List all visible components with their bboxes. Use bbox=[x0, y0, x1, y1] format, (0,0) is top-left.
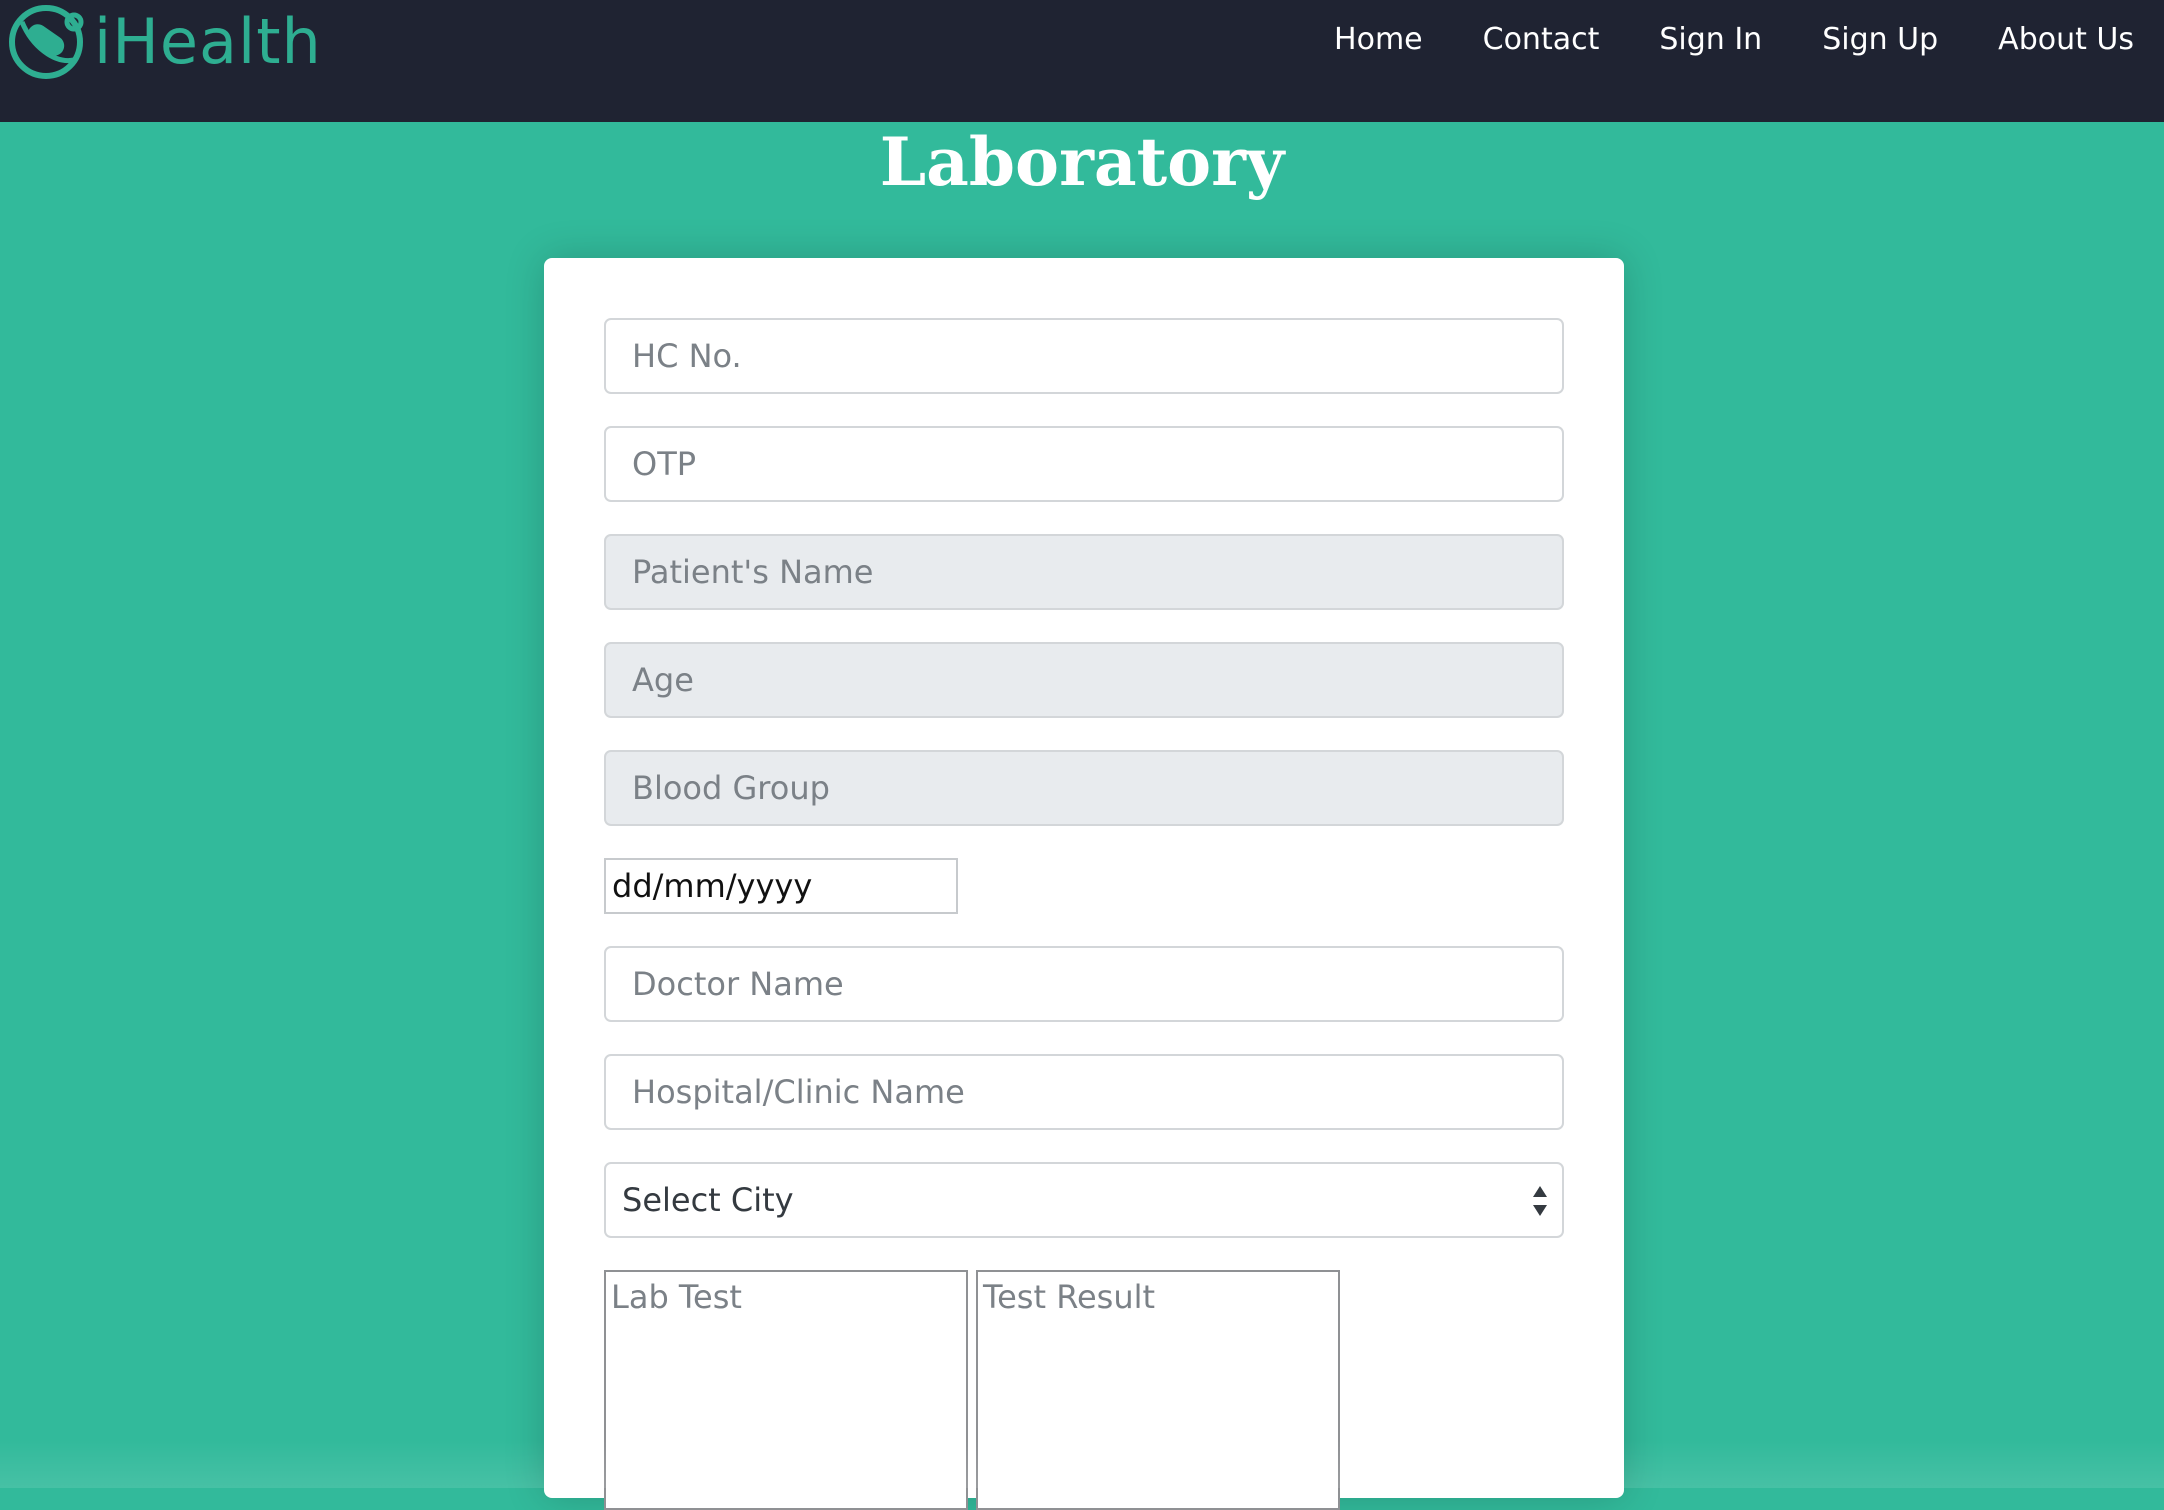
top-navbar: iHealth Home Contact Sign In Sign Up Abo… bbox=[0, 0, 2164, 122]
doctor-name-input[interactable]: Doctor Name bbox=[604, 946, 1564, 1022]
select-arrows-icon bbox=[1532, 1184, 1548, 1218]
main-nav: Home Contact Sign In Sign Up About Us bbox=[1274, 20, 2134, 60]
stethoscope-pill-icon bbox=[4, 2, 88, 82]
city-select-value: Select City bbox=[622, 1181, 794, 1219]
city-select[interactable]: Select City bbox=[604, 1162, 1564, 1238]
brand-logo[interactable]: iHealth bbox=[4, 2, 322, 82]
nav-sign-in-link[interactable]: Sign In bbox=[1599, 20, 1762, 60]
page-title: Laboratory bbox=[879, 123, 1285, 201]
patient-name-input: Patient's Name bbox=[604, 534, 1564, 610]
nav-home-link[interactable]: Home bbox=[1274, 20, 1423, 60]
laboratory-form-card: HC No. OTP Patient's Name Age Blood Grou… bbox=[544, 258, 1624, 1510]
test-result-textarea[interactable]: Test Result bbox=[976, 1270, 1340, 1510]
age-input: Age bbox=[604, 642, 1564, 718]
hc-number-input[interactable]: HC No. bbox=[604, 318, 1564, 394]
test-date-input[interactable]: dd/mm/yyyy bbox=[604, 858, 958, 914]
blood-group-input: Blood Group bbox=[604, 750, 1564, 826]
hospital-clinic-name-input[interactable]: Hospital/Clinic Name bbox=[604, 1054, 1564, 1130]
brand-name: iHealth bbox=[94, 5, 322, 78]
nav-sign-up-link[interactable]: Sign Up bbox=[1762, 20, 1938, 60]
otp-input[interactable]: OTP bbox=[604, 426, 1564, 502]
nav-contact-link[interactable]: Contact bbox=[1423, 20, 1600, 60]
lab-test-textarea[interactable]: Lab Test bbox=[604, 1270, 968, 1510]
nav-about-us-link[interactable]: About Us bbox=[1938, 20, 2134, 60]
